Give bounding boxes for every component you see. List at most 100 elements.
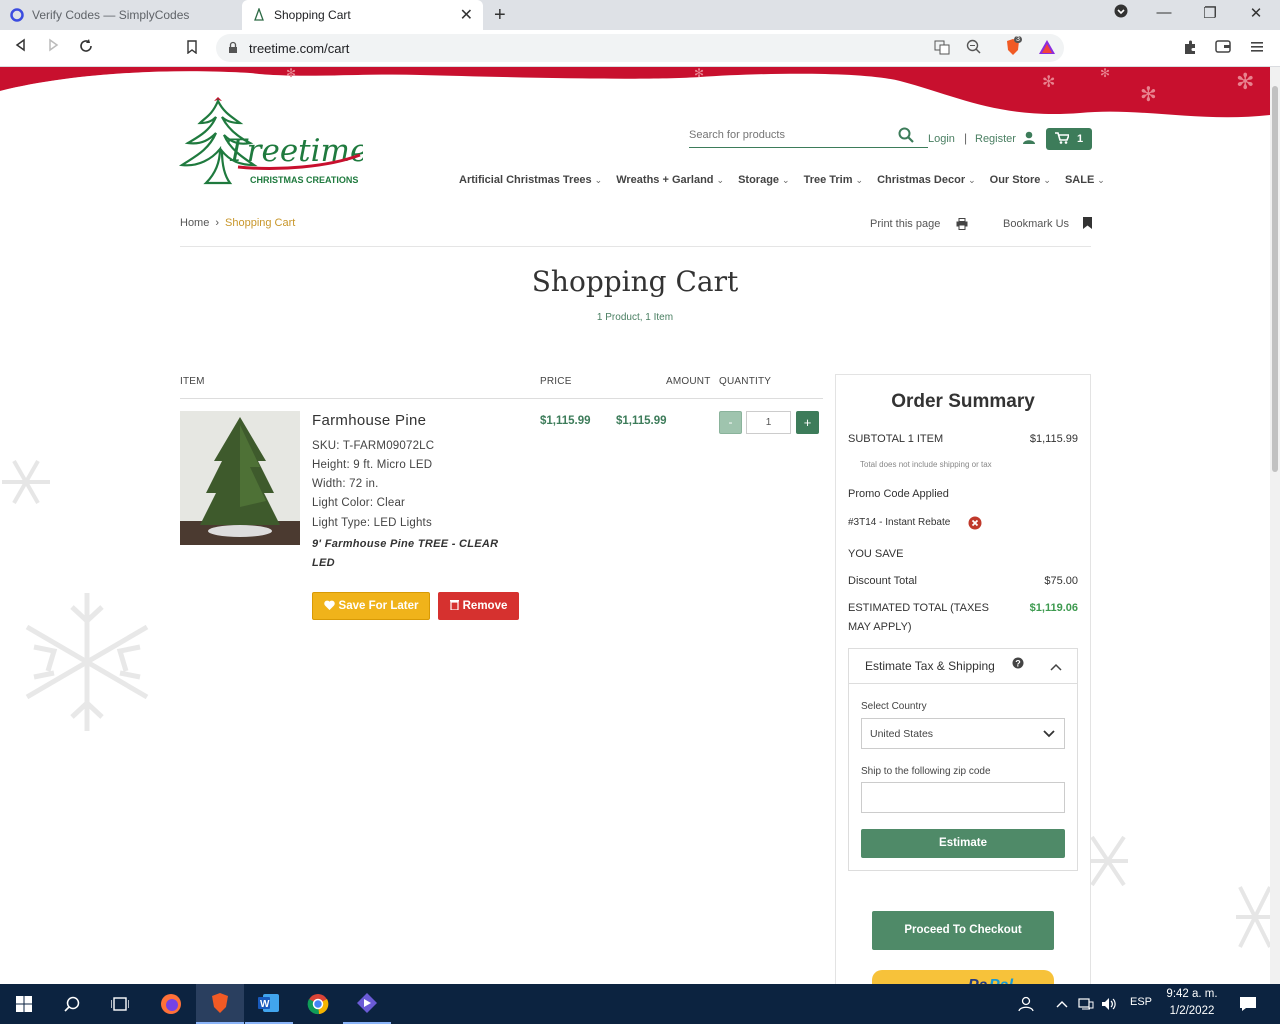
- input-language[interactable]: ESP: [1130, 996, 1152, 1008]
- bookmark-us-link[interactable]: Bookmark Us: [1003, 218, 1069, 230]
- remove-promo-icon[interactable]: [968, 516, 982, 533]
- minimize-icon[interactable]: —: [1141, 4, 1187, 21]
- nav-label: Storage: [738, 174, 780, 186]
- extensions-icon[interactable]: [1182, 39, 1198, 58]
- country-label: Select Country: [861, 701, 927, 712]
- back-icon[interactable]: [14, 38, 28, 57]
- search-icon[interactable]: [898, 127, 914, 146]
- printer-icon[interactable]: [956, 218, 968, 233]
- clock-time[interactable]: 9:42 a. m.: [1162, 988, 1222, 1000]
- chevron-up-icon[interactable]: [1050, 660, 1062, 674]
- word-icon[interactable]: W: [245, 984, 293, 1024]
- simplycodes-favicon: [10, 8, 24, 22]
- snowflake-decoration-icon: [1236, 886, 1270, 948]
- tree-favicon: [252, 7, 266, 22]
- svg-text:✻: ✻: [1140, 84, 1157, 106]
- remove-label: Remove: [462, 600, 508, 612]
- notifications-icon[interactable]: [1234, 984, 1262, 1024]
- bookmark-page-icon[interactable]: [186, 40, 198, 59]
- print-page-link[interactable]: Print this page: [870, 218, 940, 230]
- breadcrumb-home[interactable]: Home: [180, 217, 209, 229]
- tab-shopping-cart[interactable]: Shopping Cart ✕: [242, 0, 483, 30]
- lock-icon[interactable]: [228, 41, 238, 57]
- wallet-icon[interactable]: [1215, 39, 1231, 56]
- web-page: ✻ ✻ ✻ ✻ ✻ ✻ Treetime CHRISTMAS CREATIONS…: [0, 67, 1270, 984]
- tab-search-icon[interactable]: [1098, 4, 1144, 22]
- page-title: Shopping Cart: [531, 265, 739, 298]
- chevron-down-icon: ⌄: [782, 175, 790, 185]
- menu-icon[interactable]: [1251, 40, 1263, 56]
- quantity-decrease-button[interactable]: -: [719, 411, 742, 434]
- zoom-icon[interactable]: [966, 39, 982, 58]
- tab-title: Verify Codes — SimplyCodes: [32, 8, 190, 22]
- search-input[interactable]: [689, 129, 889, 141]
- chevron-down-icon: ⌄: [594, 175, 603, 185]
- nav-label: Christmas Decor: [877, 174, 966, 186]
- nav-artificial-christmas-trees[interactable]: Artificial Christmas Trees ⌄: [459, 174, 602, 186]
- restore-icon[interactable]: ❐: [1187, 4, 1233, 22]
- product-name[interactable]: Farmhouse Pine: [312, 412, 426, 429]
- help-icon[interactable]: ?: [1012, 657, 1024, 672]
- nav-tree-trim[interactable]: Tree Trim ⌄: [804, 174, 863, 186]
- chevron-up-icon[interactable]: [1052, 984, 1072, 1024]
- scrollbar-thumb[interactable]: [1272, 86, 1278, 472]
- country-selected-value[interactable]: United States: [870, 728, 933, 740]
- nav-label: Our Store: [989, 174, 1041, 186]
- search-taskbar-icon[interactable]: [48, 984, 96, 1024]
- url-text[interactable]: treetime.com/cart: [249, 41, 349, 56]
- translate-icon[interactable]: [934, 39, 950, 58]
- people-icon[interactable]: [1012, 984, 1040, 1024]
- snowflake-decoration-icon: [1090, 835, 1128, 887]
- forward-icon[interactable]: [46, 38, 60, 57]
- app-launcher-icon[interactable]: [343, 984, 391, 1024]
- quantity-increase-button[interactable]: +: [796, 411, 819, 434]
- nav-christmas-decor[interactable]: Christmas Decor ⌄: [877, 174, 976, 186]
- subtotal-label: SUBTOTAL 1 ITEM: [848, 433, 944, 445]
- chrome-icon[interactable]: [294, 984, 342, 1024]
- zip-code-input[interactable]: [861, 782, 1065, 813]
- save-for-later-button[interactable]: Save For Later: [312, 592, 430, 620]
- tab-verify-codes[interactable]: Verify Codes — SimplyCodes: [0, 0, 242, 30]
- discount-total-label: Discount Total: [848, 575, 917, 587]
- divider: [180, 246, 1091, 247]
- cart-count-summary: 1 Product, 1 Item: [596, 312, 674, 323]
- windows-start-icon[interactable]: [0, 984, 48, 1024]
- brave-shields-icon[interactable]: 3: [1005, 36, 1022, 59]
- search-box[interactable]: [689, 127, 928, 148]
- nav-label: Wreaths + Garland: [616, 174, 714, 186]
- network-icon[interactable]: [1075, 984, 1097, 1024]
- nav-our-store[interactable]: Our Store ⌄: [990, 174, 1051, 186]
- firefox-icon[interactable]: [147, 984, 195, 1024]
- paypal-button[interactable]: PaPal: [872, 970, 1054, 984]
- task-view-icon[interactable]: [96, 984, 144, 1024]
- proceed-to-checkout-button[interactable]: Proceed To Checkout: [872, 911, 1054, 950]
- heart-icon: [323, 600, 335, 613]
- clock-date[interactable]: 1/2/2022: [1162, 1005, 1222, 1017]
- nav-sale[interactable]: SALE ⌄: [1065, 174, 1105, 186]
- close-window-icon[interactable]: ✕: [1233, 4, 1279, 22]
- shield-count-badge: 3: [1014, 36, 1022, 43]
- nav-storage[interactable]: Storage ⌄: [738, 174, 790, 186]
- svg-text:W: W: [260, 999, 270, 1010]
- svg-text:✻: ✻: [1100, 67, 1110, 80]
- brave-rewards-icon[interactable]: [1038, 39, 1056, 58]
- product-image[interactable]: [180, 411, 300, 545]
- item-price: $1,115.99: [540, 415, 591, 427]
- bookmark-icon[interactable]: [1083, 217, 1092, 232]
- reload-icon[interactable]: [78, 38, 94, 59]
- new-tab-icon[interactable]: +: [494, 4, 506, 27]
- nav-wreaths-garland[interactable]: Wreaths + Garland ⌄: [616, 174, 724, 186]
- login-link[interactable]: Login: [928, 133, 955, 145]
- estimate-tax-title[interactable]: Estimate Tax & Shipping: [865, 659, 995, 673]
- estimate-button[interactable]: Estimate: [861, 829, 1065, 858]
- chevron-down-icon[interactable]: [1043, 727, 1055, 741]
- user-icon[interactable]: [1023, 131, 1035, 147]
- treetime-logo[interactable]: Treetime CHRISTMAS CREATIONS: [178, 95, 363, 191]
- brave-taskbar-icon[interactable]: [196, 984, 244, 1024]
- remove-button[interactable]: Remove: [438, 592, 519, 620]
- register-link[interactable]: Register: [975, 133, 1016, 145]
- quantity-input[interactable]: [746, 411, 791, 434]
- close-tab-icon[interactable]: ✕: [460, 5, 473, 25]
- cart-button[interactable]: 1: [1046, 128, 1092, 150]
- volume-icon[interactable]: [1098, 984, 1120, 1024]
